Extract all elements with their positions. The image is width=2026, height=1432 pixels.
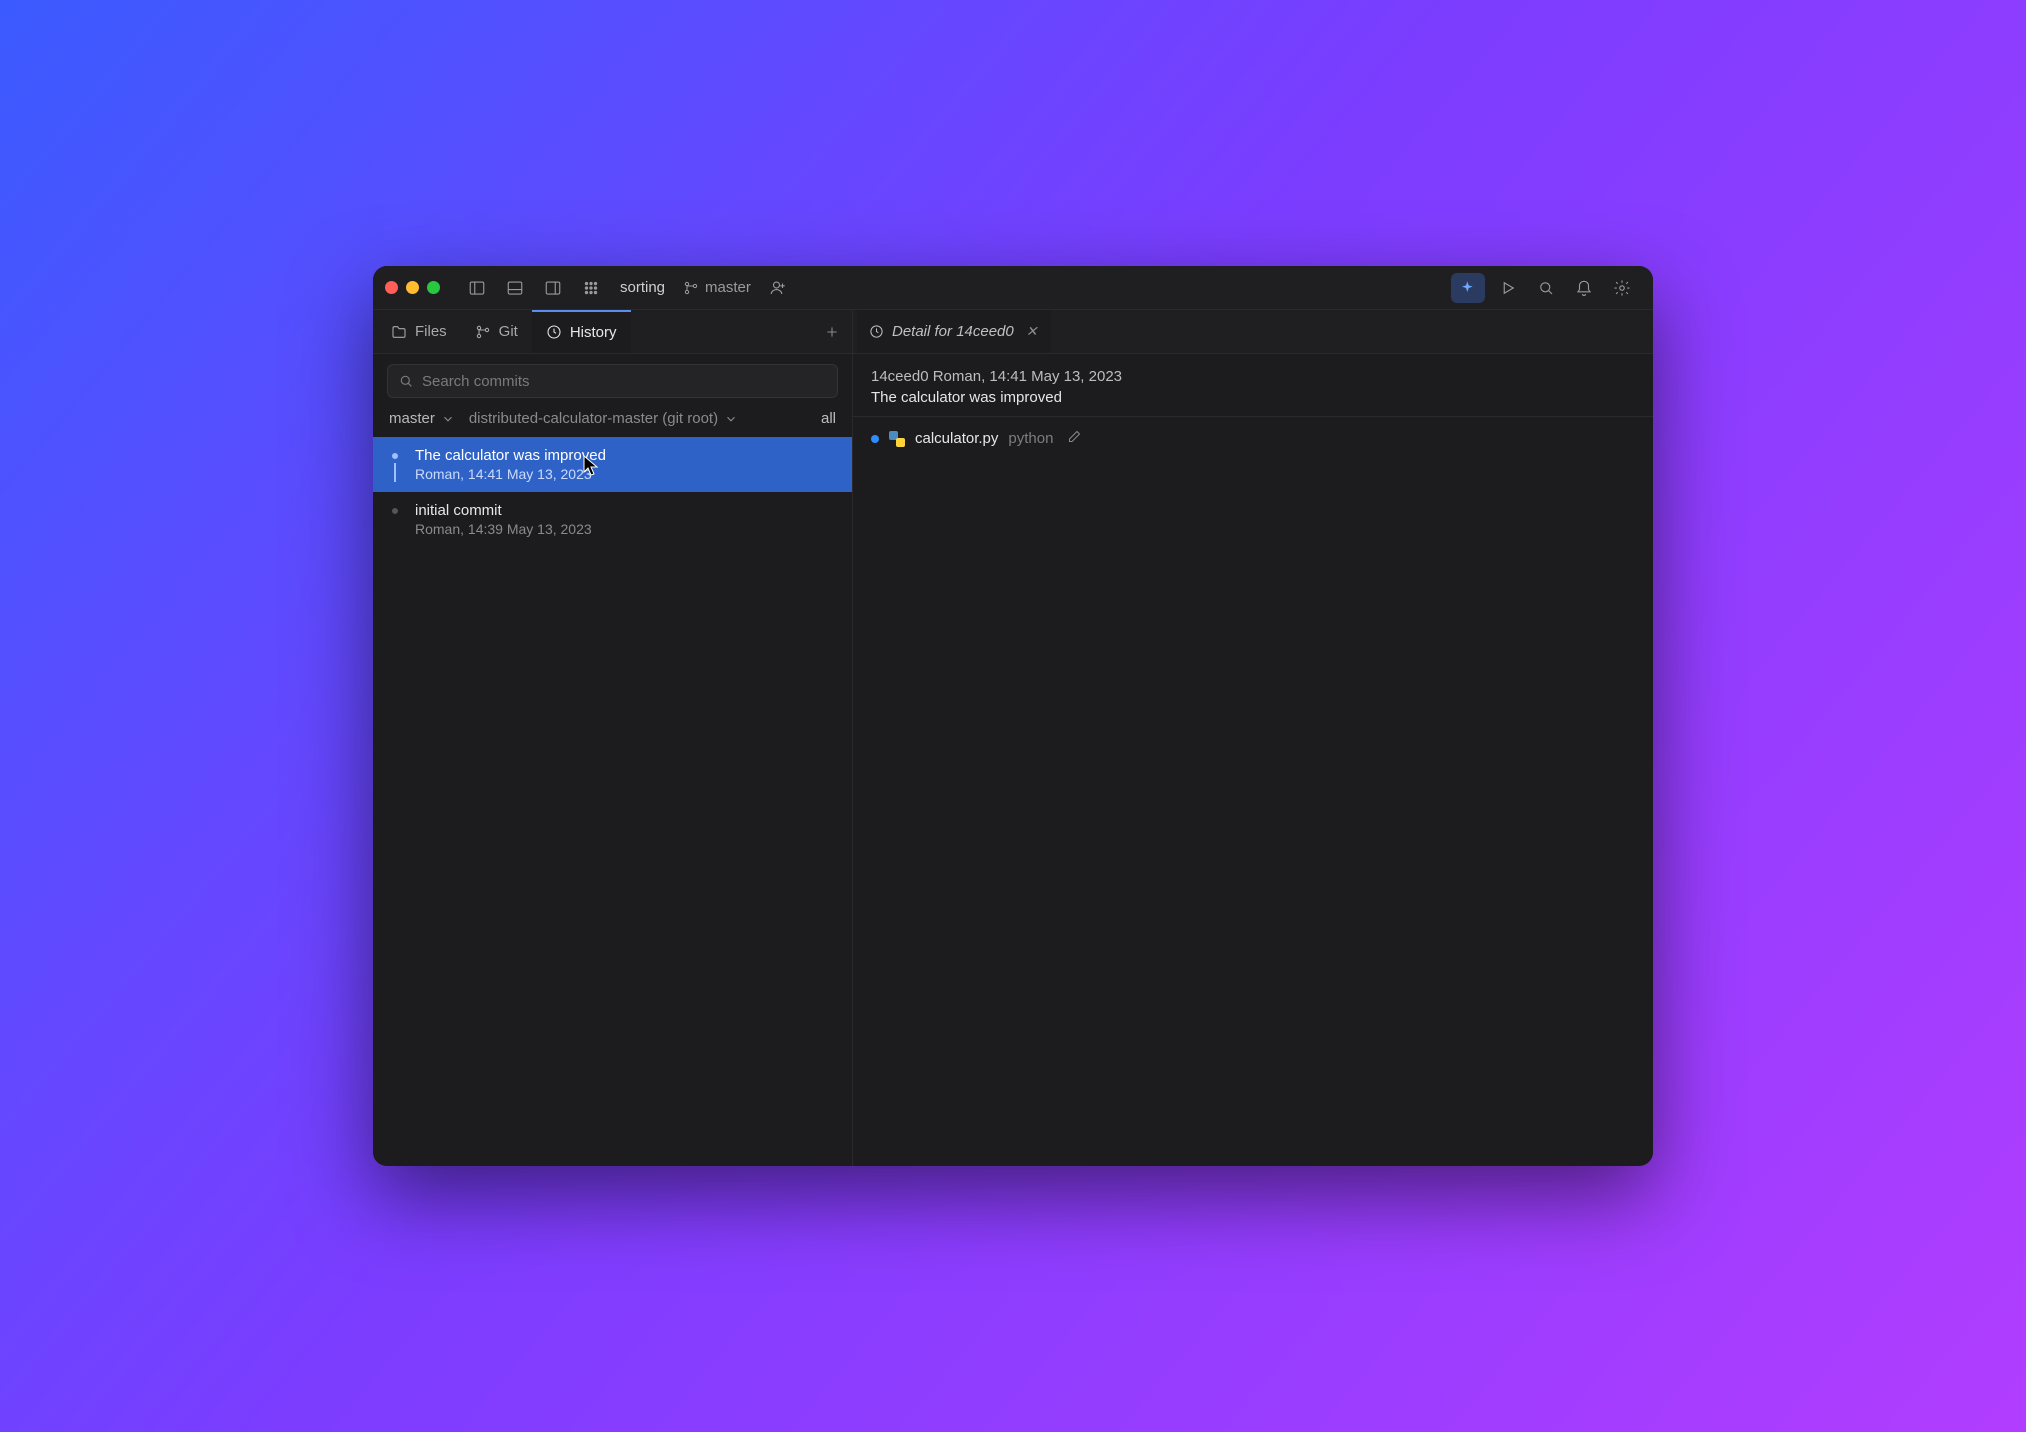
- file-directory: python: [1008, 430, 1053, 447]
- root-filter[interactable]: distributed-calculator-master (git root): [469, 410, 738, 427]
- panel-left-icon[interactable]: [460, 271, 494, 305]
- branch-filter[interactable]: master: [389, 410, 455, 427]
- python-file-icon: [889, 431, 905, 447]
- branch-name: master: [705, 279, 751, 296]
- ai-assistant-button[interactable]: [1451, 273, 1485, 303]
- modified-indicator-icon: [871, 435, 879, 443]
- run-icon[interactable]: [1491, 271, 1525, 305]
- commit-node-icon: [390, 451, 400, 461]
- close-window[interactable]: [385, 281, 398, 294]
- settings-icon[interactable]: [1605, 271, 1639, 305]
- ide-window: sorting master: [373, 266, 1653, 1166]
- tab-history[interactable]: History: [532, 310, 631, 353]
- commit-msg: The calculator was improved Roman, 14:41…: [415, 447, 836, 482]
- titlebar: sorting master: [373, 266, 1653, 310]
- tab-git[interactable]: Git: [461, 310, 532, 353]
- add-tab-button[interactable]: [812, 310, 852, 353]
- project-name[interactable]: sorting: [610, 279, 675, 296]
- filter-all[interactable]: all: [821, 410, 836, 427]
- commit-graph: [387, 502, 403, 537]
- commit-list: The calculator was improved Roman, 14:41…: [373, 437, 852, 1166]
- tab-files[interactable]: Files: [377, 310, 461, 353]
- add-user-icon[interactable]: [761, 271, 795, 305]
- commit-message: The calculator was improved: [871, 389, 1635, 406]
- search-commits[interactable]: [387, 364, 838, 398]
- filter-row: master distributed-calculator-master (gi…: [373, 406, 852, 437]
- detail-header: 14ceed0 Roman, 14:41 May 13, 2023 The ca…: [853, 354, 1653, 416]
- tab-git-label: Git: [499, 323, 518, 340]
- panel-right-icon[interactable]: [536, 271, 570, 305]
- window-controls: [385, 281, 440, 294]
- commit-title: initial commit: [415, 502, 836, 519]
- branch-filter-label: master: [389, 410, 435, 427]
- tab-files-label: Files: [415, 323, 447, 340]
- commit-node-icon: [390, 506, 400, 516]
- file-name: calculator.py: [915, 430, 998, 447]
- edit-icon[interactable]: [1067, 429, 1082, 448]
- commit-item[interactable]: The calculator was improved Roman, 14:41…: [373, 437, 852, 492]
- search-input[interactable]: [422, 373, 827, 390]
- zoom-window[interactable]: [427, 281, 440, 294]
- commit-meta: Roman, 14:41 May 13, 2023: [415, 466, 836, 482]
- commit-item[interactable]: initial commit Roman, 14:39 May 13, 2023: [373, 492, 852, 547]
- notifications-icon[interactable]: [1567, 271, 1601, 305]
- commit-graph-line: [394, 463, 396, 482]
- detail-tabbar: Detail for 14ceed0 ✕: [853, 310, 1653, 354]
- sidebar-tabs: Files Git History: [373, 310, 852, 354]
- commit-graph: [387, 447, 403, 482]
- panel-bottom-icon[interactable]: [498, 271, 532, 305]
- commit-msg: initial commit Roman, 14:39 May 13, 2023: [415, 502, 836, 537]
- changed-files: calculator.py python: [853, 416, 1653, 460]
- sidebar: Files Git History: [373, 310, 853, 1166]
- main-panel: Detail for 14ceed0 ✕ 14ceed0 Roman, 14:4…: [853, 310, 1653, 1166]
- changed-file-row[interactable]: calculator.py python: [871, 423, 1635, 454]
- detail-tab-title: Detail for 14ceed0: [892, 323, 1014, 340]
- root-filter-label: distributed-calculator-master (git root): [469, 410, 718, 427]
- search-wrap: [373, 354, 852, 406]
- commit-hash-line: 14ceed0 Roman, 14:41 May 13, 2023: [871, 368, 1635, 385]
- branch-selector[interactable]: master: [677, 271, 757, 305]
- detail-tab[interactable]: Detail for 14ceed0 ✕: [857, 310, 1051, 353]
- body: Files Git History: [373, 310, 1653, 1166]
- close-tab-icon[interactable]: ✕: [1022, 323, 1042, 340]
- apps-grid-icon[interactable]: [574, 271, 608, 305]
- minimize-window[interactable]: [406, 281, 419, 294]
- search-icon[interactable]: [1529, 271, 1563, 305]
- tab-history-label: History: [570, 324, 617, 341]
- commit-meta: Roman, 14:39 May 13, 2023: [415, 521, 836, 537]
- commit-title: The calculator was improved: [415, 447, 836, 464]
